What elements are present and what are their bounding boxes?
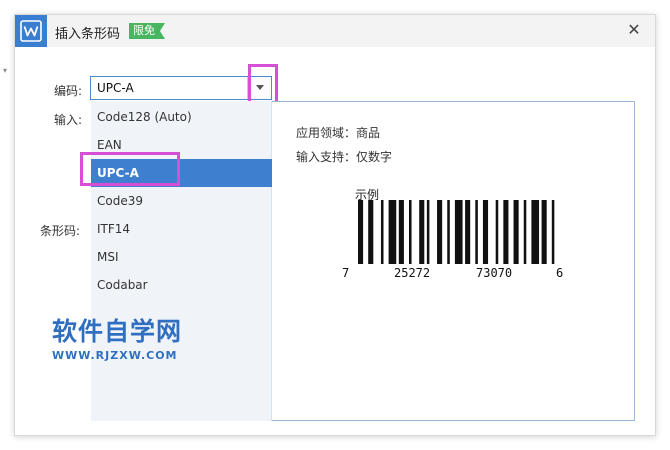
- barcode-bar: [541, 200, 547, 264]
- barcode-guard-bar: [513, 200, 519, 264]
- encoding-label: 编码:: [54, 84, 83, 98]
- barcode-label: 条形码:: [40, 224, 81, 238]
- barcode-bar: [475, 200, 478, 264]
- barcode-guard-bar: [368, 200, 374, 264]
- barcode-bar: [437, 200, 443, 264]
- barcode-digits-group1: 25272: [394, 266, 431, 280]
- list-item-code128[interactable]: Code128 (Auto): [91, 103, 272, 131]
- barcode-sample-image: [358, 200, 555, 264]
- close-icon[interactable]: ✕: [625, 21, 643, 39]
- free-badge: 限免: [129, 23, 165, 39]
- barcode-bar: [531, 200, 540, 264]
- collapse-arrow-icon: ▾: [3, 66, 8, 75]
- barcode-bar: [482, 200, 489, 264]
- barcode-bar: [495, 200, 499, 264]
- watermark-main-text: 软件自学网: [52, 317, 183, 346]
- list-item-itf14[interactable]: ITF14: [91, 215, 272, 243]
- input-support-text: 输入支持：仅数字: [296, 150, 393, 164]
- barcode-bar: [409, 200, 412, 264]
- barcode-digit-left: 7: [342, 266, 350, 280]
- barcode-bar: [551, 200, 555, 264]
- barcode-bar: [398, 200, 404, 264]
- wps-w-icon: [15, 15, 47, 47]
- encoding-select[interactable]: UPC-A: [90, 76, 272, 100]
- selected-item-highlight-box: [80, 152, 180, 186]
- input-label: 输入:: [54, 113, 83, 127]
- barcode-bar: [388, 200, 397, 264]
- barcode-digit-right: 6: [556, 266, 564, 280]
- barcode-bar: [465, 200, 471, 264]
- dropdown-highlight-box: [248, 64, 278, 104]
- barcode-bar: [447, 200, 450, 264]
- watermark: 软件自学网 WWW.RJZXW.COM: [52, 312, 182, 362]
- barcode-bar: [454, 200, 463, 264]
- barcode-guard-bar: [503, 200, 509, 264]
- application-domain-text: 应用领域：商品: [296, 126, 381, 140]
- encoding-options-list: Code128 (Auto) EAN UPC-A Code39 ITF14 MS…: [91, 101, 272, 421]
- dialog-title: 插入条形码: [55, 27, 121, 42]
- barcode-guard-bar: [358, 200, 364, 264]
- list-item-msi[interactable]: MSI: [91, 243, 272, 271]
- encoding-select-value: UPC-A: [97, 81, 134, 95]
- list-item-code39[interactable]: Code39: [91, 187, 272, 215]
- barcode-bar: [426, 200, 430, 264]
- title-bar: 插入条形码 限免 ✕: [15, 15, 655, 47]
- barcode-digits-group2: 73070: [476, 266, 513, 280]
- list-item-codabar[interactable]: Codabar: [91, 271, 272, 299]
- watermark-url-text: WWW.RJZXW.COM: [52, 349, 178, 362]
- barcode-bar: [419, 200, 425, 264]
- barcode-bar: [380, 200, 384, 264]
- barcode-bar: [523, 200, 527, 264]
